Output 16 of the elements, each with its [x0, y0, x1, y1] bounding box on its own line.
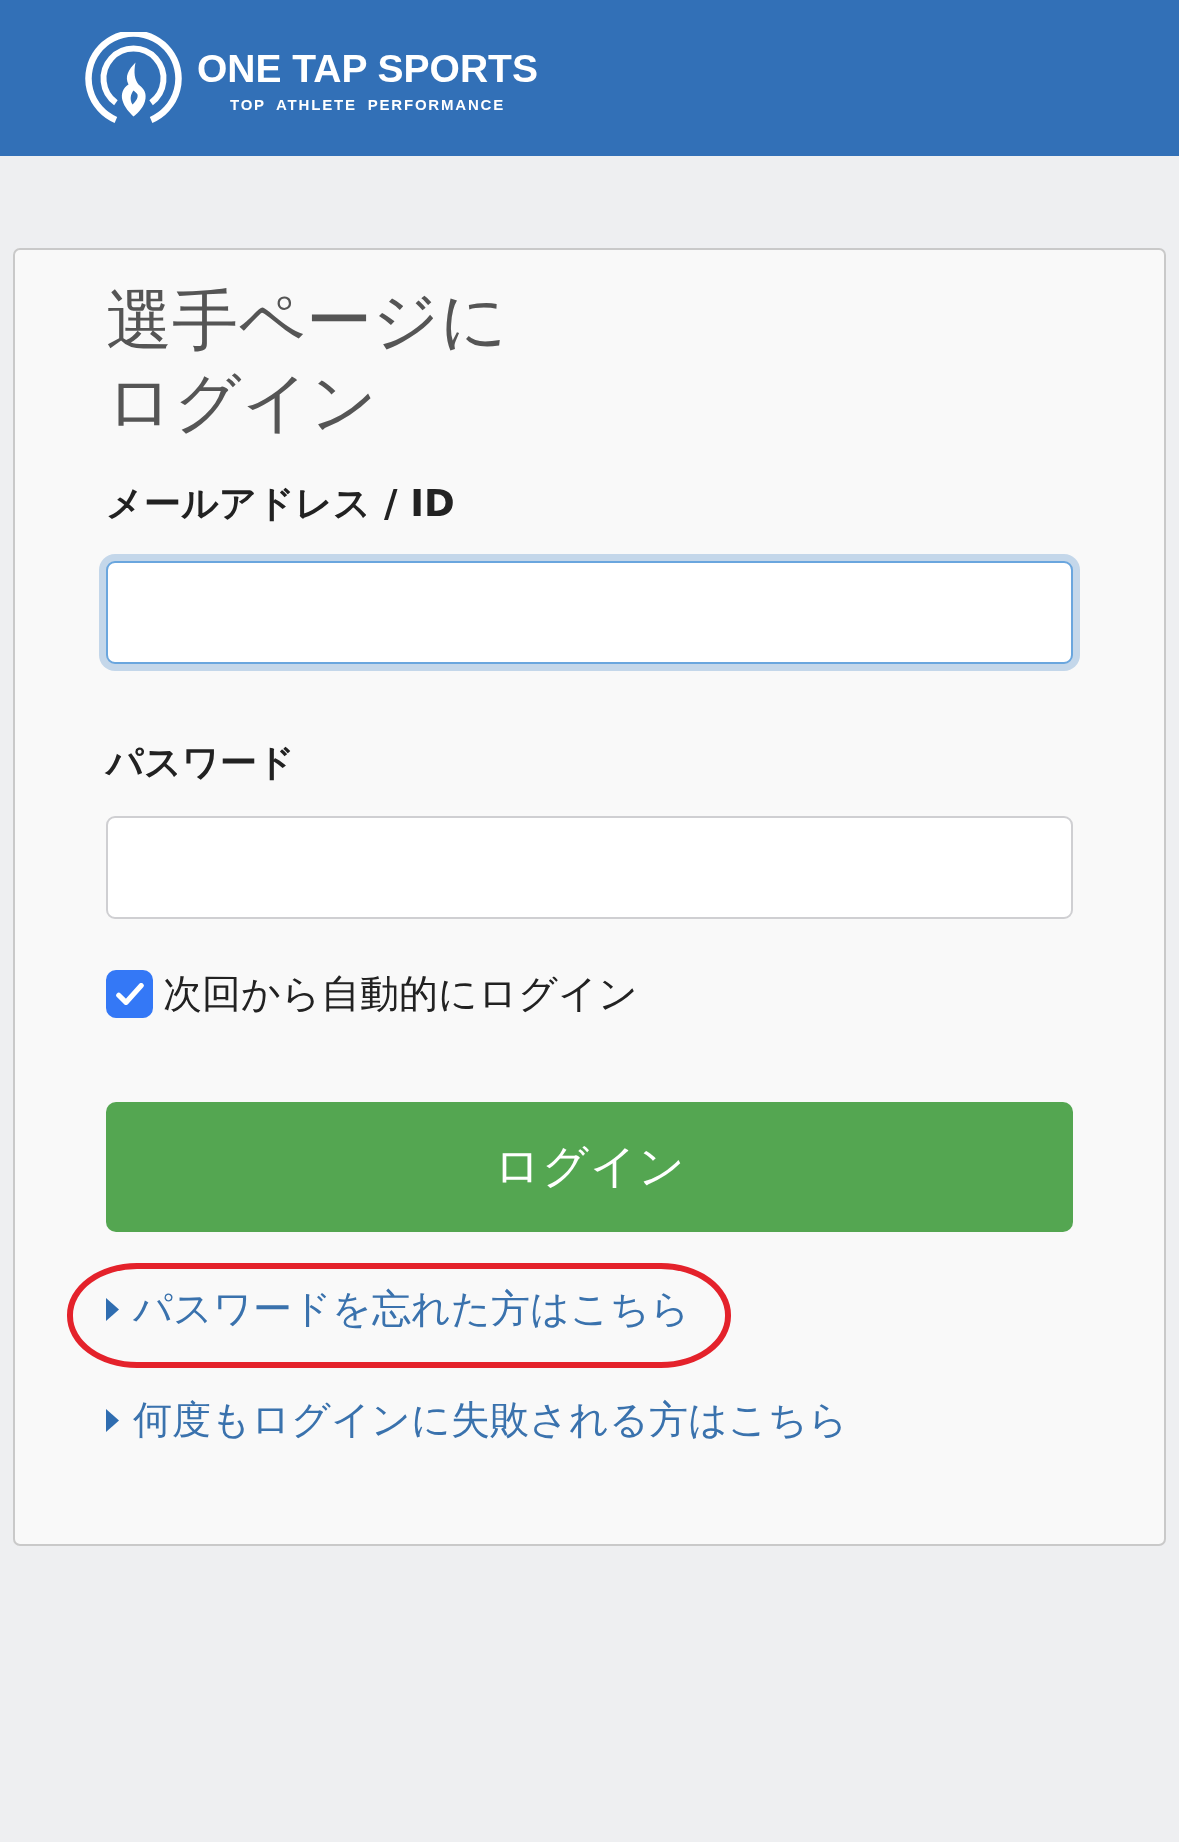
brand-name: ONE TAP SPORTS	[197, 48, 538, 88]
brand-tagline: TOP ATHLETE PERFORMANCE	[229, 96, 505, 112]
text-link[interactable]: 何度もログインに失敗される方はこちら	[106, 1395, 848, 1445]
login-button[interactable]: ログイン	[106, 1102, 1073, 1232]
text-field[interactable]	[106, 816, 1073, 919]
checkbox-label: 次回から自動的にログイン	[163, 970, 638, 1018]
checkbox[interactable]	[106, 970, 153, 1018]
caret-icon	[106, 1408, 119, 1432]
flame-logo-icon	[85, 32, 182, 124]
page-title: 選手ページにログイン	[106, 281, 509, 443]
caret-icon	[106, 1297, 119, 1321]
field-label: メールアドレス / ID	[106, 482, 455, 526]
text-field[interactable]	[106, 561, 1073, 664]
checkmark-icon	[115, 983, 144, 1005]
text-link[interactable]: パスワードを忘れた方はこちら	[106, 1284, 690, 1334]
field-label: パスワード	[106, 741, 295, 785]
